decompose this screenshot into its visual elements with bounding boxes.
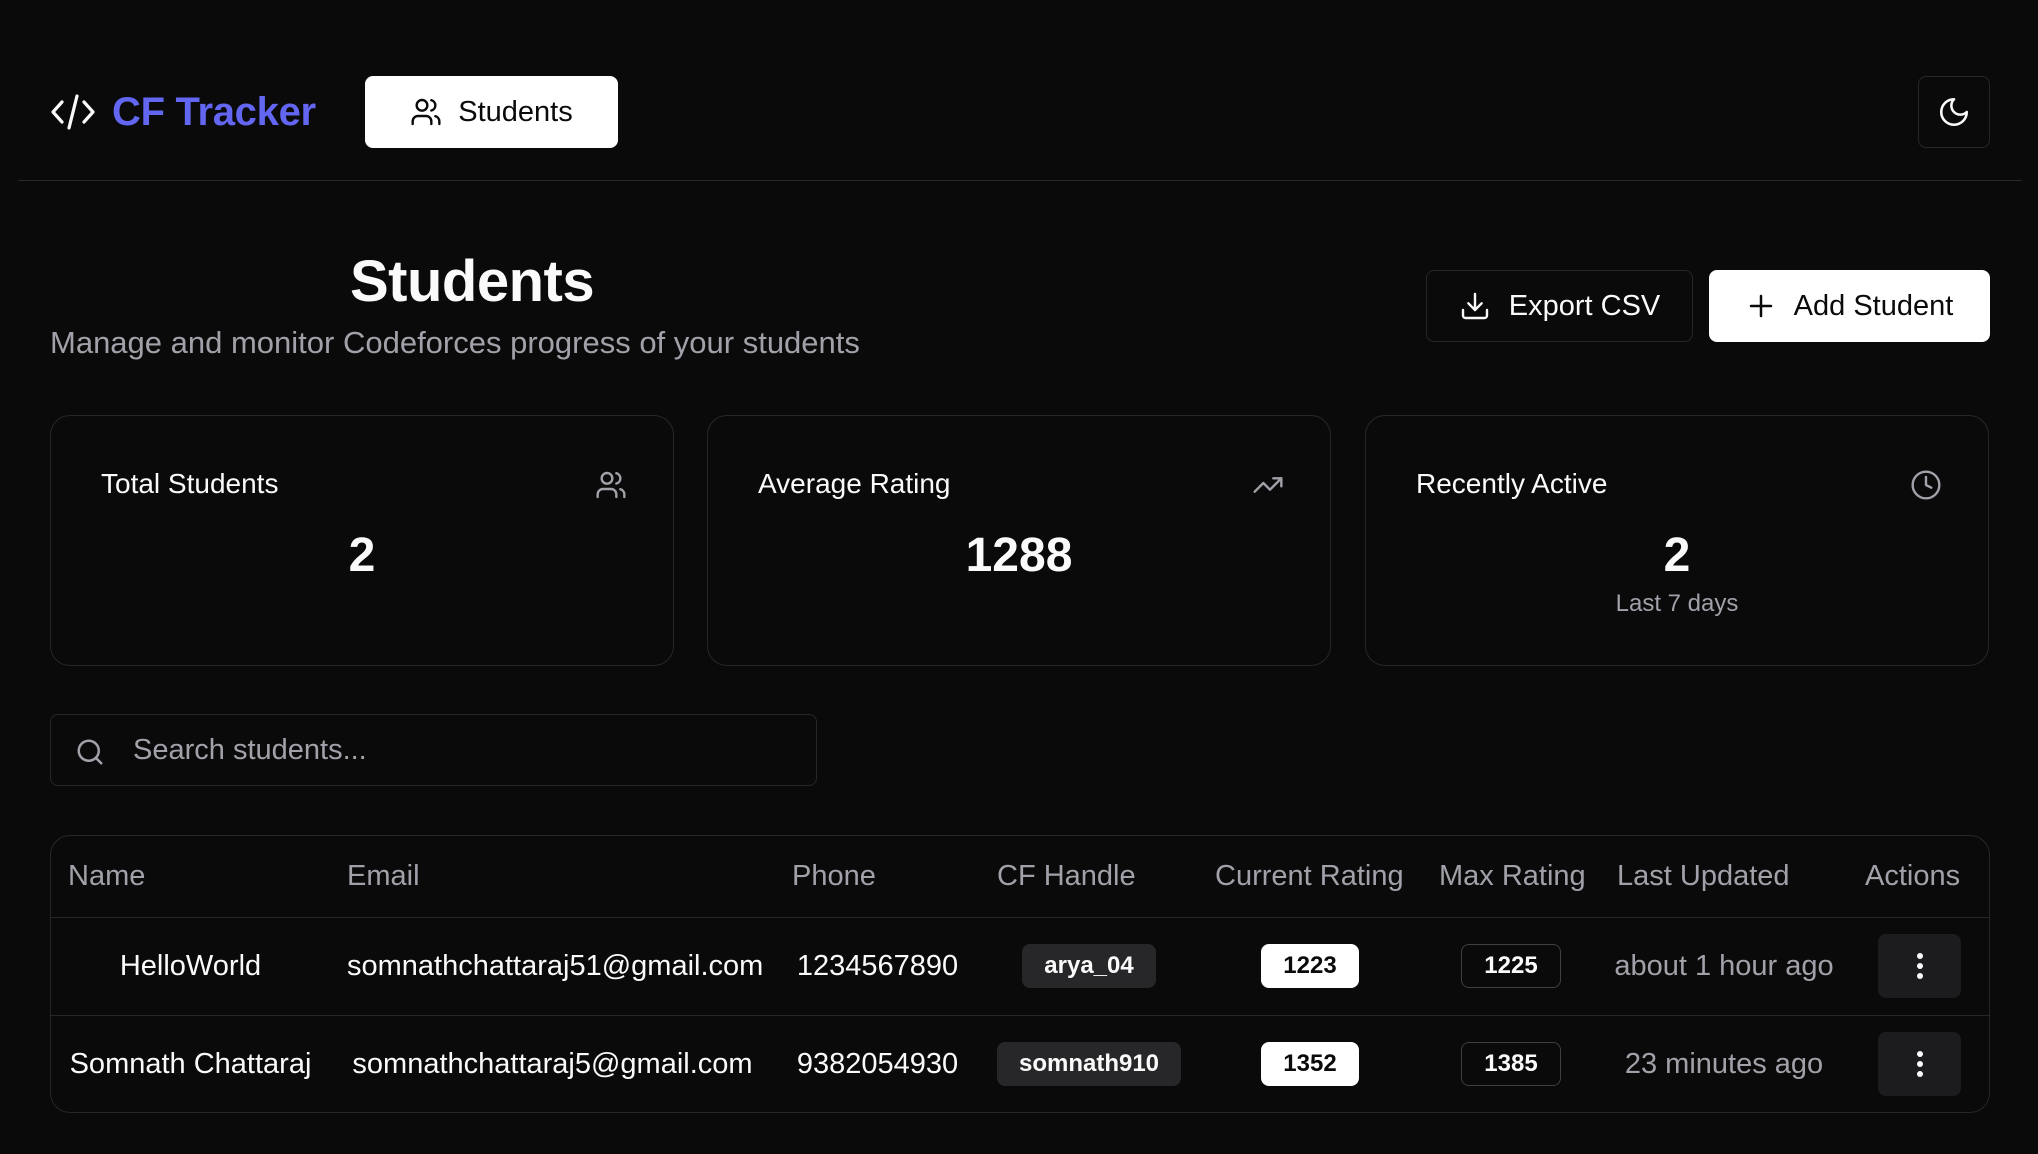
student-name[interactable]: HelloWorld [51,917,330,1016]
app-logo[interactable]: CF Tracker [50,76,316,148]
column-header-cf-handle[interactable]: CF Handle [980,836,1198,918]
column-header-email[interactable]: Email [330,836,775,918]
cf-handle-badge[interactable]: arya_04 [1022,944,1156,988]
student-phone: 9382054930 [796,1047,959,1080]
row-actions-button[interactable] [1878,934,1961,998]
app-name: CF Tracker [112,89,316,134]
export-csv-label: Export CSV [1508,289,1661,322]
more-vertical-icon [1916,1050,1924,1078]
table-header-row: Name Email Phone CF Handle Current Ratin… [51,836,1989,918]
clock-icon [1910,469,1942,501]
stat-value: 2 [1663,529,1691,582]
current-rating-cell: 1352 [1198,1015,1422,1112]
column-header-last-updated[interactable]: Last Updated [1600,836,1848,918]
current-rating-badge: 1223 [1261,944,1359,988]
trending-up-icon [1252,469,1284,501]
student-email: somnathchattaraj5@gmail.com [352,1047,753,1080]
more-vertical-icon [1916,952,1924,980]
handle-cell: arya_04 [980,917,1198,1016]
last-updated: 23 minutes ago [1624,1047,1824,1080]
page-subtitle: Manage and monitor Codeforces progress o… [50,325,860,360]
column-header-actions: Actions [1848,836,1989,918]
plus-icon [1746,291,1776,321]
stat-value: 2 [348,529,376,582]
last-updated: about 1 hour ago [1600,917,1848,1016]
cf-handle-badge[interactable]: somnath910 [996,1042,1182,1087]
add-student-button[interactable]: Add Student [1709,270,1990,342]
stat-note: Last 7 days [1615,590,1739,617]
column-header-max-rating[interactable]: Max Rating [1422,836,1600,918]
theme-toggle-button[interactable] [1918,76,1990,148]
nav-students-label: Students [458,95,573,128]
student-name[interactable]: Somnath Chattaraj [51,1015,330,1112]
stat-card-total-students: Total Students 2 [50,415,674,666]
actions-cell [1848,917,1989,1016]
student-phone: 1234567890 [775,917,980,1016]
top-navbar: CF Tracker Students [18,0,2022,181]
stat-label: Recently Active [1416,468,1608,499]
export-csv-button[interactable]: Export CSV [1426,270,1693,342]
users-icon [410,96,442,128]
max-rating-badge: 1225 [1461,944,1561,988]
table-row[interactable]: HelloWorld somnathchattaraj51@gmail.com … [51,917,1989,1016]
search-icon [75,737,105,767]
current-rating-cell: 1223 [1198,917,1422,1016]
search-input[interactable] [133,715,803,785]
column-header-phone[interactable]: Phone [775,836,980,918]
students-table: Name Email Phone CF Handle Current Ratin… [50,835,1990,1113]
max-rating-cell: 1385 [1422,1015,1600,1112]
nav-students-button[interactable]: Students [365,76,618,148]
student-email: somnathchattaraj51@gmail.com [330,917,775,1016]
stat-card-average-rating: Average Rating 1288 [707,415,1331,666]
add-student-label: Add Student [1793,289,1954,322]
max-rating-cell: 1225 [1422,917,1600,1016]
search-box [50,714,817,786]
stat-value: 1288 [965,529,1073,582]
actions-cell [1848,1015,1989,1112]
stat-label: Average Rating [758,468,951,499]
moon-icon [1937,95,1971,129]
column-header-name[interactable]: Name [51,836,330,918]
users-icon [595,469,627,501]
page-title: Students [350,249,595,314]
column-header-current-rating[interactable]: Current Rating [1198,836,1422,918]
max-rating-badge: 1385 [1461,1042,1561,1087]
current-rating-badge: 1352 [1261,1042,1359,1087]
stat-label: Total Students [101,468,279,499]
row-actions-button[interactable] [1878,1032,1961,1097]
stat-card-recently-active: Recently Active 2 Last 7 days [1365,415,1989,666]
handle-cell: somnath910 [980,1015,1198,1112]
table-row[interactable]: Somnath Chattaraj somnathchattaraj5@gmai… [51,1015,1989,1112]
code-icon [50,92,96,132]
download-icon [1459,290,1491,322]
